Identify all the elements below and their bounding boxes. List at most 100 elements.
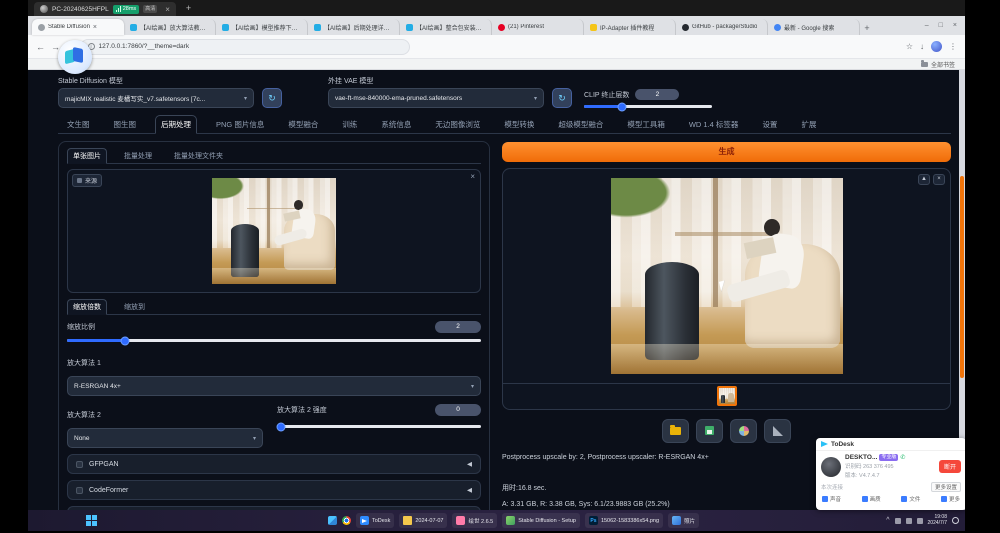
notification-bell-icon[interactable] — [952, 517, 959, 524]
upscaler2-strength-value[interactable]: 0 — [435, 404, 481, 416]
session-close-icon[interactable]: × — [165, 5, 170, 14]
close-icon[interactable]: × — [953, 22, 957, 29]
file-tool[interactable]: 文件 — [901, 495, 920, 503]
address-bar[interactable]: i 127.0.0.1:7860/?__theme=dark — [80, 39, 410, 55]
menu-icon[interactable]: ⋮ — [949, 42, 957, 51]
scale-value[interactable]: 2 — [435, 321, 481, 333]
source-chip[interactable]: 来源 — [72, 174, 102, 187]
phone-icon[interactable]: ✆ — [900, 454, 905, 461]
audio-tool[interactable]: 声音 — [822, 495, 841, 503]
tab-wd14-tagger[interactable]: WD 1.4 标签器 — [684, 116, 744, 133]
browser-tab-bilibili-1[interactable]: 【AI绘画】放大算法教程_哔哩哔哩_bilibili — [124, 19, 216, 35]
refresh-vae-button[interactable]: ↻ — [552, 88, 572, 108]
browser-tab-bilibili-4[interactable]: 【AI绘画】整合包安装_哔哩哔哩_bilibili — [400, 19, 492, 35]
taskbar-item-sd-setup[interactable]: Stable Diffusion - Setup — [502, 513, 580, 528]
output-image[interactable] — [611, 178, 843, 374]
audio-icon — [822, 496, 828, 502]
open-folder-button[interactable] — [662, 419, 689, 443]
taskbar-clock[interactable]: 19:08 2024/7/7 — [928, 515, 947, 526]
tab-extensions[interactable]: 扩展 — [796, 116, 821, 133]
volume-icon[interactable] — [906, 518, 912, 524]
session-tab[interactable]: PC-20240625HFPL 28ms 高清 × — [34, 2, 176, 16]
taskbar-item-photos[interactable]: 照片 — [668, 513, 699, 528]
send-to-button[interactable] — [764, 419, 791, 443]
bookmark-star-icon[interactable]: ☆ — [906, 42, 913, 51]
tab-model-converter[interactable]: 模型转换 — [499, 116, 539, 133]
language-icon[interactable] — [917, 518, 923, 524]
taskbar-item-photoshop[interactable]: Ps 15062-1583386x54.png — [585, 513, 663, 528]
gallery-expand-icon[interactable]: ▲ — [918, 174, 930, 185]
new-session-button[interactable]: + — [186, 3, 191, 13]
tab-model-toolkit[interactable]: 模型工具箱 — [622, 116, 670, 133]
save-zip-button[interactable] — [730, 419, 757, 443]
sd-model-select[interactable]: majicMIX realistic 麦橘写实_v7.safetensors [… — [58, 88, 254, 108]
browser-tab-github[interactable]: GitHub - package/Studio — [676, 19, 768, 35]
browser-tab-stable-diffusion[interactable]: Stable Diffusion × — [32, 19, 124, 35]
tab-scale-by[interactable]: 缩放倍数 — [67, 299, 107, 315]
upscaler1-select[interactable]: R-ESRGAN 4x+ ▾ — [67, 376, 481, 396]
chrome-icon[interactable] — [342, 516, 351, 525]
browser-tab-bilibili-3[interactable]: 【AI绘画】后期处理详解_哔哩哔哩_bilibili — [308, 19, 400, 35]
tab-settings[interactable]: 设置 — [757, 116, 782, 133]
tab-txt2img[interactable]: 文生图 — [62, 116, 95, 133]
back-icon[interactable]: ← — [36, 42, 45, 52]
browser-tab-bilibili-2[interactable]: 【AI绘画】模型推荐下载_哔哩哔哩_bilibili — [216, 19, 308, 35]
more-tool[interactable]: 更多 — [941, 495, 960, 503]
all-bookmarks-label[interactable]: 全部书签 — [931, 60, 955, 69]
upscaler2-select[interactable]: None ▾ — [67, 428, 263, 448]
tab-batch-process[interactable]: 批量处理 — [119, 149, 157, 163]
disconnect-button[interactable]: 断开 — [939, 460, 961, 473]
gallery-thumbnail-selected[interactable] — [717, 386, 737, 406]
tab-single-image[interactable]: 单张图片 — [67, 148, 107, 164]
quality-tool[interactable]: 画质 — [862, 495, 881, 503]
todesk-popup-header[interactable]: ToDesk — [816, 438, 965, 451]
new-tab-button[interactable]: + — [860, 21, 874, 35]
quality-chip[interactable]: 高清 — [143, 5, 157, 13]
browser-tab-pinterest[interactable]: (21) Pinterest — [492, 19, 584, 35]
taskbar-item-folder[interactable]: 2024-07-07 — [399, 513, 447, 528]
minimize-icon[interactable]: – — [925, 22, 929, 29]
task-view-icon[interactable] — [328, 516, 337, 525]
tab-train[interactable]: 训练 — [337, 116, 362, 133]
tab-img2img[interactable]: 图生图 — [109, 116, 142, 133]
tab-png-info[interactable]: PNG 图片信息 — [211, 116, 269, 133]
popup-section-button[interactable]: 更多设置 — [931, 482, 961, 492]
accordion-gfpgan[interactable]: GFPGAN ◀ — [67, 454, 481, 474]
vae-select[interactable]: vae-ft-mse-840000-ema-pruned.safetensors… — [328, 88, 544, 108]
clip-skip-value[interactable]: 2 — [635, 89, 679, 100]
profile-avatar[interactable] — [931, 41, 942, 52]
taskbar-item-todesk[interactable]: ToDesk — [356, 513, 394, 528]
accordion-codeformer[interactable]: CodeFormer ◀ — [67, 480, 481, 500]
generate-button[interactable]: 生成 — [502, 142, 951, 162]
gallery-close-icon[interactable]: × — [933, 174, 945, 185]
tab-checkpoint-merger[interactable]: 模型融合 — [283, 116, 323, 133]
scale-slider[interactable] — [67, 339, 481, 342]
upscaler2-strength-slider[interactable] — [277, 425, 481, 428]
launcher-floating-logo[interactable] — [58, 40, 92, 74]
network-icon[interactable] — [895, 518, 901, 524]
clear-image-icon[interactable]: × — [470, 172, 475, 181]
scrollbar-thumb[interactable] — [960, 176, 964, 378]
start-button[interactable] — [86, 515, 97, 526]
source-image-dropzone[interactable]: 来源 × — [67, 169, 481, 293]
source-image[interactable] — [212, 178, 336, 284]
tab-batch-from-directory[interactable]: 批量处理文件夹 — [169, 149, 228, 163]
download-icon[interactable]: ↓ — [920, 42, 924, 51]
model-header: Stable Diffusion 模型 majicMIX realistic 麦… — [58, 76, 951, 108]
checkbox-gfpgan[interactable] — [76, 461, 83, 468]
tab-system-info[interactable]: 系统信息 — [376, 116, 416, 133]
clip-skip-slider[interactable] — [584, 105, 712, 108]
checkbox-codeformer[interactable] — [76, 487, 83, 494]
refresh-sd-model-button[interactable]: ↻ — [262, 88, 282, 108]
tab-super-merger[interactable]: 超级模型融合 — [553, 116, 608, 133]
tab-close-icon[interactable]: × — [93, 24, 97, 31]
tab-image-browser[interactable]: 无边图像浏览 — [430, 116, 485, 133]
browser-tab-ipadapter[interactable]: IP-Adapter 插件教程 — [584, 19, 676, 35]
taskbar-item-huishi[interactable]: 绘世 2.6.5 — [452, 513, 497, 528]
tab-extras[interactable]: 后期处理 — [155, 115, 197, 134]
browser-tab-google[interactable]: 最新 - Google 搜索 — [768, 19, 860, 35]
maximize-icon[interactable]: □ — [939, 22, 943, 29]
save-image-button[interactable] — [696, 419, 723, 443]
tray-expand-icon[interactable]: ^ — [886, 517, 889, 524]
tab-scale-to[interactable]: 缩放到 — [119, 300, 150, 314]
